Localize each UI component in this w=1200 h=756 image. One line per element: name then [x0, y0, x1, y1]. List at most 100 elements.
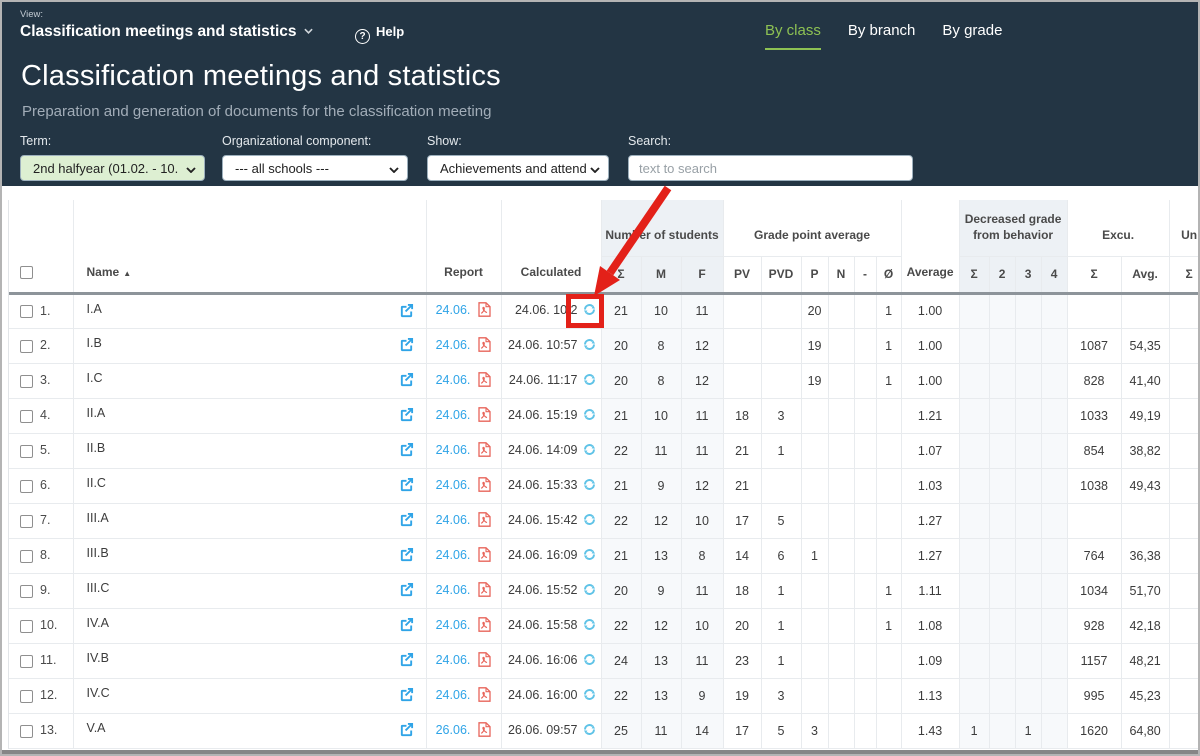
- external-link-icon[interactable]: [399, 477, 414, 495]
- external-link-icon[interactable]: [399, 652, 414, 670]
- pdf-file-icon[interactable]: [478, 656, 491, 670]
- pdf-file-icon[interactable]: [478, 726, 491, 740]
- cell-o: 1: [876, 363, 901, 398]
- row-checkbox[interactable]: [20, 445, 33, 458]
- report-cell: 24.06.: [426, 643, 501, 678]
- recalculate-icon[interactable]: [583, 410, 596, 424]
- recalculate-icon[interactable]: [583, 690, 596, 704]
- recalculate-icon[interactable]: [583, 375, 596, 389]
- external-link-icon[interactable]: [399, 617, 414, 635]
- org-component-select[interactable]: --- all schools ---: [222, 155, 408, 181]
- recalculate-icon[interactable]: [583, 655, 596, 669]
- tab-by-grade[interactable]: By grade: [942, 22, 1002, 50]
- recalculate-icon[interactable]: [583, 305, 596, 319]
- recalculate-icon[interactable]: [583, 725, 596, 739]
- report-date-link[interactable]: 24.06.: [436, 583, 471, 597]
- row-checkbox[interactable]: [20, 340, 33, 353]
- report-date-link[interactable]: 24.06.: [436, 408, 471, 422]
- cell-m: 13: [641, 643, 681, 678]
- view-switcher-dropdown[interactable]: Classification meetings and statistics: [20, 21, 313, 41]
- cell-m: 13: [641, 678, 681, 713]
- cell-dash: [854, 643, 876, 678]
- row-checkbox[interactable]: [20, 725, 33, 738]
- cell-f: 11: [681, 433, 723, 468]
- cell-f: 8: [681, 538, 723, 573]
- cell-f: 10: [681, 608, 723, 643]
- pdf-file-icon[interactable]: [478, 446, 491, 460]
- report-date-link[interactable]: 24.06.: [436, 513, 471, 527]
- report-cell: 24.06.: [426, 328, 501, 363]
- recalculate-icon[interactable]: [583, 445, 596, 459]
- recalculate-icon[interactable]: [583, 340, 596, 354]
- calculated-cell: 26.06. 09:57: [501, 713, 601, 748]
- external-link-icon[interactable]: [399, 303, 414, 321]
- external-link-icon[interactable]: [399, 407, 414, 425]
- row-checkbox[interactable]: [20, 585, 33, 598]
- column-header-behavior-2: 2: [989, 256, 1015, 293]
- cell-dash: [854, 573, 876, 608]
- external-link-icon[interactable]: [399, 442, 414, 460]
- group-header-decreased-grade-from-behavior: Decreased grade from behavior: [959, 200, 1067, 256]
- cell-n: [828, 608, 854, 643]
- row-checkbox[interactable]: [20, 305, 33, 318]
- pdf-file-icon[interactable]: [478, 691, 491, 705]
- tab-by-class[interactable]: By class: [765, 22, 821, 50]
- help-button[interactable]: ?Help: [355, 24, 404, 44]
- external-link-icon[interactable]: [399, 547, 414, 565]
- pdf-file-icon[interactable]: [478, 376, 491, 390]
- external-link-icon[interactable]: [399, 512, 414, 530]
- recalculate-icon[interactable]: [583, 480, 596, 494]
- report-date-link[interactable]: 24.06.: [436, 618, 471, 632]
- recalculate-icon[interactable]: [583, 515, 596, 529]
- recalculate-icon[interactable]: [583, 585, 596, 599]
- external-link-icon[interactable]: [399, 687, 414, 705]
- row-checkbox[interactable]: [20, 480, 33, 493]
- report-date-link[interactable]: 24.06.: [436, 653, 471, 667]
- external-link-icon[interactable]: [399, 722, 414, 740]
- calculated-cell: 24.06. 11:17: [501, 363, 601, 398]
- pdf-file-icon[interactable]: [478, 341, 491, 355]
- pdf-file-icon[interactable]: [478, 586, 491, 600]
- search-input[interactable]: [628, 155, 913, 181]
- term-select[interactable]: 2nd halfyear (01.02. - 10.: [20, 155, 205, 181]
- pdf-file-icon[interactable]: [478, 516, 491, 530]
- select-all-checkbox[interactable]: [20, 266, 33, 279]
- row-checkbox[interactable]: [20, 655, 33, 668]
- report-date-link[interactable]: 24.06.: [436, 443, 471, 457]
- pdf-file-icon[interactable]: [478, 481, 491, 495]
- recalculate-icon[interactable]: [583, 620, 596, 634]
- report-date-link[interactable]: 24.06.: [436, 303, 471, 317]
- report-date-link[interactable]: 24.06.: [436, 338, 471, 352]
- report-date-link[interactable]: 24.06.: [436, 548, 471, 562]
- tab-by-branch[interactable]: By branch: [848, 22, 916, 50]
- pdf-file-icon[interactable]: [478, 306, 491, 320]
- external-link-icon[interactable]: [399, 582, 414, 600]
- row-checkbox[interactable]: [20, 515, 33, 528]
- row-checkbox[interactable]: [20, 620, 33, 633]
- row-checkbox[interactable]: [20, 550, 33, 563]
- recalculate-icon[interactable]: [583, 550, 596, 564]
- external-link-icon[interactable]: [399, 372, 414, 390]
- row-checkbox[interactable]: [20, 375, 33, 388]
- row-checkbox[interactable]: [20, 410, 33, 423]
- report-date-link[interactable]: 24.06.: [436, 373, 471, 387]
- pdf-file-icon[interactable]: [478, 411, 491, 425]
- pdf-file-icon[interactable]: [478, 621, 491, 635]
- cell-b2: [989, 293, 1015, 328]
- class-name: III.C: [87, 581, 110, 595]
- report-date-link[interactable]: 24.06.: [436, 478, 471, 492]
- pdf-file-icon[interactable]: [478, 551, 491, 565]
- report-date-link[interactable]: 26.06.: [436, 723, 471, 737]
- column-header-name[interactable]: Name▲: [73, 200, 426, 293]
- horizontal-scrollbar[interactable]: [0, 750, 1200, 756]
- cell-o: [876, 503, 901, 538]
- cell-b2: [989, 643, 1015, 678]
- external-link-icon[interactable]: [399, 337, 414, 355]
- cell-bs: 1: [959, 713, 989, 748]
- cell-us: [1169, 573, 1200, 608]
- row-checkbox[interactable]: [20, 690, 33, 703]
- cell-dash: [854, 293, 876, 328]
- show-select[interactable]: Achievements and attend: [427, 155, 609, 181]
- cell-es: 995: [1067, 678, 1121, 713]
- report-date-link[interactable]: 24.06.: [436, 688, 471, 702]
